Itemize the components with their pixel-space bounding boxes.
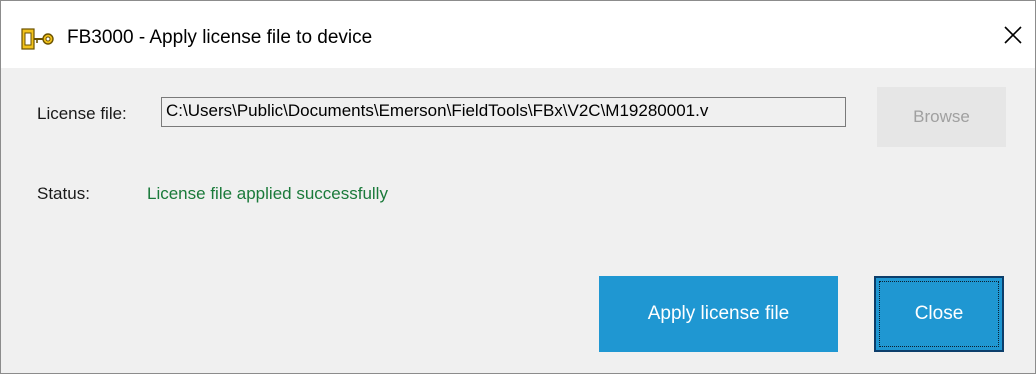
close-button[interactable]: Close (874, 276, 1004, 352)
browse-button[interactable]: Browse (877, 87, 1006, 147)
title-bar[interactable]: FB3000 - Apply license file to device (1, 1, 1035, 68)
status-value: License file applied successfully (147, 184, 388, 203)
focus-ring (879, 281, 999, 347)
dialog-window: FB3000 - Apply license file to device Li… (0, 0, 1036, 374)
license-file-label: License file: (37, 104, 127, 123)
close-icon[interactable] (991, 13, 1035, 57)
dialog-body: License file: C:\Users\Public\Documents\… (1, 68, 1035, 373)
window-title: FB3000 - Apply license file to device (67, 27, 373, 48)
apply-license-file-button[interactable]: Apply license file (599, 276, 838, 352)
status-label: Status: (37, 184, 90, 203)
key-icon (21, 27, 57, 51)
license-file-path-field[interactable]: C:\Users\Public\Documents\Emerson\FieldT… (161, 97, 846, 127)
